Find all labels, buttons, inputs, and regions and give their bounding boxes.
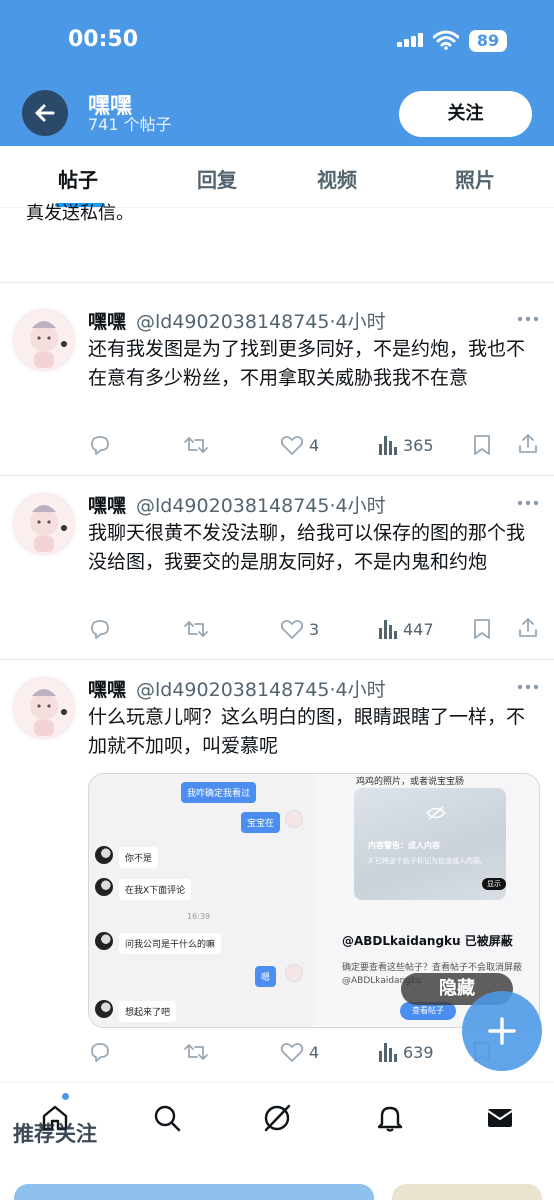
- share-icon[interactable]: [517, 616, 539, 638]
- bookmark-icon[interactable]: [473, 434, 491, 456]
- like-count: 4: [309, 1043, 320, 1062]
- reply-icon[interactable]: [88, 434, 112, 456]
- reply-icon[interactable]: [88, 618, 112, 640]
- chat-message: 在我X下面评论: [119, 879, 192, 900]
- status-time: 00:50: [68, 27, 139, 52]
- compose-button[interactable]: [462, 991, 542, 1071]
- bell-icon[interactable]: [375, 1103, 405, 1133]
- partial-post-text: 真发送私信。: [26, 203, 134, 221]
- like-icon[interactable]: [280, 1041, 304, 1063]
- post-text: 还有我发图是为了找到更多同好，不是约炮，我也不在意有多少粉丝，不用拿取关威胁我我…: [88, 338, 526, 389]
- more-icon[interactable]: [517, 316, 539, 322]
- reply-icon[interactable]: [88, 1041, 112, 1063]
- avatar[interactable]: [12, 676, 76, 740]
- chat-message: 想起来了吧: [119, 1001, 177, 1022]
- recommended-follows-label: 推荐关注: [13, 1122, 97, 1146]
- post-count: 741 个帖子: [88, 115, 172, 134]
- post-divider: [0, 659, 554, 660]
- post-handle[interactable]: @ld4902038148745·4小时: [136, 491, 386, 518]
- warning-subtitle: X 已将这个帖子标记为包含成人内容。: [368, 857, 488, 865]
- battery-indicator: 89: [469, 30, 507, 52]
- avatar[interactable]: [12, 492, 76, 556]
- search-icon[interactable]: [152, 1103, 182, 1133]
- recommended-card[interactable]: [14, 1184, 374, 1200]
- share-icon[interactable]: [517, 432, 539, 454]
- chat-message: 我咋确定我看过: [181, 782, 257, 803]
- tab-replies[interactable]: 回复: [197, 164, 237, 193]
- avatar-illustration: [30, 321, 67, 368]
- blocked-title: @ABDLkaidangku 已被屏蔽: [342, 934, 513, 948]
- chat-message: 宝宝在: [241, 812, 281, 833]
- post-handle[interactable]: @ld4902038148745·4小时: [136, 307, 386, 334]
- chat-avatar: [285, 964, 303, 982]
- repost-icon[interactable]: [183, 1041, 209, 1063]
- chat-screenshot[interactable]: 我咋确定我看过 宝宝在 你不是 在我X下面评论 16:39 问我公司是干什么的嘛…: [89, 774, 313, 1027]
- post-author-name[interactable]: 嘿嘿: [88, 491, 126, 518]
- tab-videos[interactable]: 视频: [317, 164, 357, 193]
- chat-avatar: [95, 878, 113, 896]
- avatar[interactable]: [12, 308, 76, 372]
- repost-icon[interactable]: [183, 618, 209, 640]
- arrow-left-icon: [35, 104, 55, 122]
- repost-icon[interactable]: [183, 434, 209, 456]
- post-author-name[interactable]: 嘿嘿: [88, 675, 126, 702]
- like-icon[interactable]: [280, 618, 304, 640]
- signal-icon: [397, 33, 423, 47]
- follow-button[interactable]: 关注: [399, 91, 532, 137]
- show-button[interactable]: 显示: [482, 878, 506, 890]
- chat-message: 问我公司是干什么的嘛: [119, 933, 222, 954]
- grok-icon[interactable]: [262, 1103, 292, 1133]
- chat-avatar: [285, 810, 303, 828]
- like-count: 3: [309, 620, 320, 639]
- views-icon[interactable]: [378, 618, 398, 640]
- post-divider: [0, 282, 554, 283]
- chat-avatar: [95, 1000, 113, 1018]
- post-text: 我聊天很黄不发没法聊，给我可以保存的图的那个我没给图，我要交的是朋友同好，不是内…: [88, 522, 526, 573]
- chat-message: 嗯: [255, 966, 277, 987]
- content-warning-card[interactable]: 内容警告：成人内容 X 已将这个帖子标记为包含成人内容。 显示: [354, 788, 506, 900]
- more-icon[interactable]: [517, 684, 539, 690]
- bookmark-icon[interactable]: [473, 618, 491, 640]
- post-author-name[interactable]: 嘿嘿: [88, 307, 126, 334]
- more-icon[interactable]: [517, 500, 539, 506]
- media-caption-text: 鸡鸡的照片，或者说宝宝肠: [356, 777, 465, 787]
- chat-timestamp: 16:39: [187, 912, 211, 921]
- chat-avatar: [95, 932, 113, 950]
- views-icon[interactable]: [378, 1041, 398, 1063]
- eye-off-icon: [426, 806, 446, 820]
- view-count: 447: [403, 620, 434, 639]
- profile-tabs: 帖子 回复 视频 照片: [0, 146, 554, 208]
- recommended-card[interactable]: [392, 1184, 542, 1200]
- post-divider: [0, 475, 554, 476]
- post-handle[interactable]: @ld4902038148745·4小时: [136, 675, 386, 702]
- avatar-illustration: [30, 505, 67, 552]
- plus-icon: [488, 1017, 516, 1045]
- back-button[interactable]: [22, 90, 68, 136]
- avatar-illustration: [30, 689, 67, 736]
- post-text: 什么玩意儿啊？这么明白的图，眼睛跟瞎了一样，不加就不加呗，叫爱慕呢: [88, 706, 526, 757]
- mail-icon[interactable]: [485, 1103, 515, 1133]
- tab-photos[interactable]: 照片: [455, 164, 495, 193]
- chat-avatar: [95, 846, 113, 864]
- view-count: 639: [403, 1043, 434, 1062]
- like-icon[interactable]: [280, 434, 304, 456]
- wifi-icon: [433, 30, 459, 50]
- tab-posts[interactable]: 帖子: [58, 164, 98, 193]
- warning-title: 内容警告：成人内容: [368, 841, 440, 850]
- notification-dot: [62, 1093, 69, 1100]
- like-count: 4: [309, 436, 320, 455]
- chat-message: 你不是: [119, 847, 159, 868]
- profile-header: 00:50 89 嘿嘿 741 个帖子 关注: [0, 0, 554, 146]
- views-icon[interactable]: [378, 434, 398, 456]
- view-count: 365: [403, 436, 434, 455]
